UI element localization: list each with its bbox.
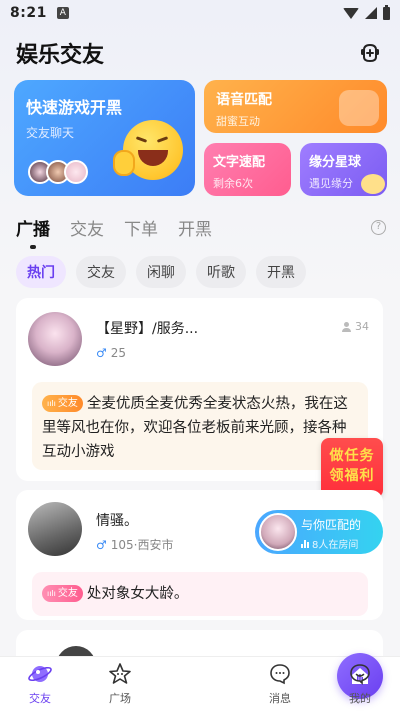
broadcast-message: ıılı 交友 处对象女大龄。 [32,572,368,616]
task-reward-line2: 领福利 [329,468,375,484]
voice-match-banner[interactable]: 语音匹配 甜蜜互动 [204,80,387,133]
battery-icon [383,4,390,20]
user-location: 105·西安市 [110,538,174,552]
friend-tag: ıılı 交友 [42,395,83,412]
fate-planet-banner[interactable]: 缘分星球 遇见缘分 [300,143,387,196]
male-icon: ♂ [96,346,107,360]
avatar[interactable] [28,312,82,366]
add-friend-button[interactable] [356,39,384,67]
user-name: 情骚。 [96,513,138,529]
sound-wave-icon: ıılı [47,589,56,598]
chip-team-play[interactable]: 开黑 [256,256,306,288]
task-reward-line1: 做任务 [329,448,375,464]
wifi-icon [343,7,359,19]
user-age: 25 [110,346,127,360]
signal-icon [365,7,377,19]
add-friend-icon [361,43,379,63]
quick-game-banner[interactable]: 快速游戏开黑 交友聊天 [14,80,195,196]
profile-bubble-icon [348,662,372,686]
planet-icon [28,662,52,686]
nav-friends[interactable]: 交友 [0,657,80,712]
tab-friends[interactable]: 交友 [70,215,104,240]
chip-hot[interactable]: 热门 [16,256,66,288]
tab-broadcast[interactable]: 广播 [16,215,50,249]
broadcast-message: ıılı 交友 全麦优质全麦优秀全麦状态火热，我在这里等风也在你，欢迎各位老板前来光… [32,382,368,470]
avatar[interactable] [28,502,82,556]
chip-music[interactable]: 听歌 [196,256,246,288]
chip-chat[interactable]: 闲聊 [136,256,186,288]
tab-order[interactable]: 下单 [124,215,158,240]
viewer-count: 34 [342,320,369,333]
tab-team-play[interactable]: 开黑 [178,215,212,240]
notification-a-icon: A [56,7,69,19]
nav-home[interactable] [160,653,383,712]
status-bar: 8:21 A [0,0,400,26]
feed-tabs: 广播 交友 下单 开黑 ? [16,210,386,249]
nav-square[interactable]: 广场 [80,657,160,712]
status-time: 8:21 [10,5,47,21]
message-text: 处对象女大龄。 [86,586,189,602]
friend-tag: ıılı 交友 [42,585,83,602]
header: 娱乐交友 [16,36,384,70]
text-match-remaining: 剩余6次 [213,177,253,190]
avatar-stack [28,160,88,184]
match-room-button[interactable]: 与你匹配的 8人在房间 [255,510,383,554]
help-icon[interactable]: ? [371,219,386,235]
nav-label: 我的 [349,692,371,705]
match-title: 与你匹配的 [301,518,362,532]
task-reward-button[interactable]: 做任务 领福利 [321,438,383,498]
chat-bubble-icon [268,662,292,686]
text-match-banner[interactable]: 文字速配 剩余6次 [204,143,291,196]
waving-hand-icon [339,90,379,126]
message-text: 全麦优质全麦优秀全麦状态火热，我在这里等风也在你，欢迎各位老板前来光顾，接各种互… [42,396,348,460]
avatar [64,160,88,184]
post-card[interactable]: 情骚。 ♂ 105·西安市 与你匹配的 8人在房间 ıılı 交友 处对象女大龄。 [16,490,383,620]
user-meta: ♂ 105·西安市 [96,536,174,553]
text-match-title: 文字速配 [213,155,266,170]
fate-planet-title: 缘分星球 [309,155,362,170]
nav-label: 消息 [269,692,291,705]
bottom-nav: 交友 广场 消息 我的 [0,653,400,712]
user-name: 【星野】/服务... [96,321,199,337]
nav-profile[interactable]: 我的 [320,657,400,712]
viewer-count-value: 34 [355,320,369,333]
nav-messages[interactable]: 消息 [240,657,320,712]
audio-bars-icon [301,539,309,548]
nav-label: 交友 [29,692,51,705]
nav-label: 广场 [109,692,131,705]
page-title: 娱乐交友 [16,43,105,68]
planet-icon [361,174,385,194]
sound-wave-icon: ıılı [47,399,56,408]
laughing-emoji-icon [113,120,183,180]
avatar [259,513,297,551]
chip-friends[interactable]: 交友 [76,256,126,288]
category-chips: 热门 交友 闲聊 听歌 开黑 [16,256,306,288]
star-face-icon [108,662,132,686]
match-count: 8人在房间 [301,536,383,551]
person-icon [342,321,351,332]
quick-game-title: 快速游戏开黑 [26,98,123,117]
user-meta: ♂ 25 [96,346,126,360]
male-icon: ♂ [96,537,107,552]
